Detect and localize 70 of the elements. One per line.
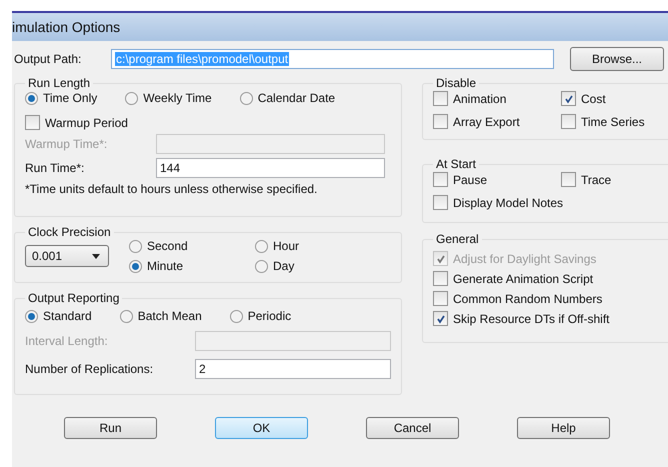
checkbox[interactable]: [561, 91, 576, 106]
field-label: Number of Replications:: [25, 362, 154, 376]
option-label: Day: [273, 259, 294, 273]
checkbox[interactable]: [433, 291, 448, 306]
checkbox[interactable]: [433, 311, 448, 326]
option-label: Array Export: [453, 114, 520, 128]
option-label: Cost: [581, 92, 606, 106]
radio-button[interactable]: [240, 92, 253, 104]
group-title: Clock Precision: [27, 225, 112, 239]
radio-button[interactable]: [230, 310, 243, 322]
radio-button[interactable]: [25, 92, 38, 104]
input-field[interactable]: [156, 134, 385, 154]
caret-icon: [92, 254, 100, 258]
radio-button[interactable]: [255, 260, 268, 272]
option-label: Weekly Time: [143, 91, 212, 105]
option-label: Animation: [453, 92, 506, 106]
note-text: *Time units default to hours unless otherwise specified.: [25, 182, 318, 196]
option-label: Standard: [43, 309, 92, 323]
option-label: Generate Animation Script: [453, 272, 594, 286]
checkbox[interactable]: [433, 271, 448, 286]
precision-dropdown[interactable]: 0.001: [25, 245, 109, 267]
radio-button[interactable]: [125, 92, 138, 104]
input-field[interactable]: [195, 331, 391, 351]
group-title: Output Reporting: [27, 291, 120, 305]
checkbox[interactable]: [433, 114, 448, 129]
radio-button[interactable]: [120, 310, 133, 322]
check-icon: [436, 314, 446, 324]
option-label: Common Random Numbers: [453, 292, 602, 306]
option-label: Calendar Date: [258, 91, 336, 105]
field-label: Warmup Time*:: [25, 137, 108, 151]
field-label: Interval Length:: [25, 334, 109, 348]
option-label: Adjust for Daylight Savings: [453, 252, 596, 266]
checkbox[interactable]: [433, 172, 448, 187]
group-title: Disable: [435, 76, 478, 90]
checkbox[interactable]: [25, 115, 40, 130]
radio-button[interactable]: [129, 240, 142, 252]
input-field[interactable]: 2: [195, 359, 391, 379]
check-icon: [564, 94, 574, 104]
option-label: Minute: [147, 259, 184, 273]
window-title: imulation Options: [12, 13, 668, 41]
checkbox[interactable]: [561, 114, 576, 129]
browse-button[interactable]: Browse...: [570, 47, 664, 71]
option-label: Second: [147, 239, 188, 253]
checkbox[interactable]: [561, 172, 576, 187]
check-icon: [436, 254, 446, 264]
field-label: Run Time*:: [25, 161, 86, 175]
radio-button[interactable]: [25, 310, 38, 322]
option-label: Batch Mean: [138, 309, 202, 323]
checkbox[interactable]: [433, 195, 448, 210]
option-label: Periodic: [248, 309, 292, 323]
checkbox[interactable]: [433, 91, 448, 106]
option-label: Pause: [453, 172, 488, 186]
group-title: Run Length: [27, 76, 92, 90]
dialog-button[interactable]: OK: [215, 417, 308, 439]
option-label: Hour: [273, 239, 300, 253]
dialog-button[interactable]: Help: [517, 417, 610, 439]
input-field[interactable]: 144: [156, 158, 385, 178]
output-path-label: Output Path:: [14, 52, 82, 66]
dialog-button[interactable]: Cancel: [366, 417, 459, 439]
dialog-button[interactable]: Run: [64, 417, 157, 439]
option-label: Time Only: [43, 91, 98, 105]
option-label: Skip Resource DTs if Off-shift: [453, 312, 610, 326]
option-label: Time Series: [581, 114, 645, 128]
group-title: At Start: [435, 157, 478, 171]
option-label: Trace: [581, 172, 612, 186]
radio-button[interactable]: [129, 260, 142, 272]
option-label: Warmup Period: [45, 116, 128, 130]
group-title: General: [435, 232, 480, 246]
option-label: Display Model Notes: [453, 196, 564, 210]
radio-button[interactable]: [255, 240, 268, 252]
